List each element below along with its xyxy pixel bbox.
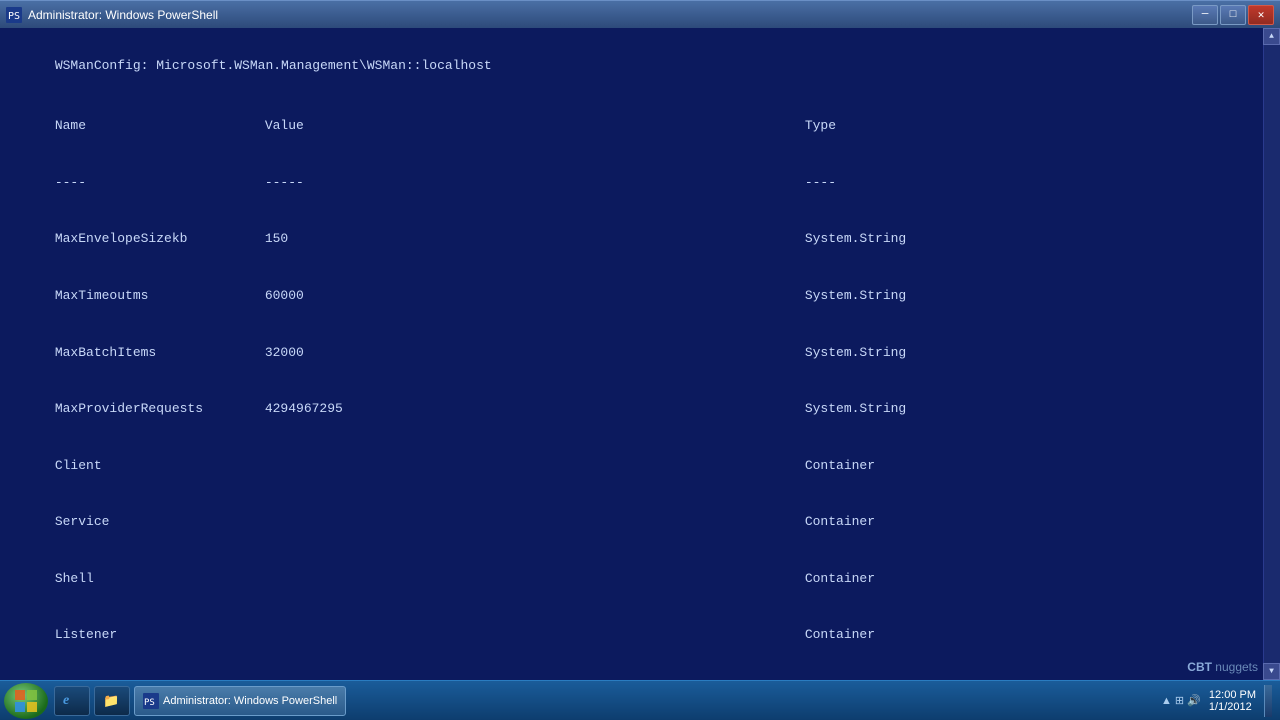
table-row: MaxEnvelopeSizekb150System.String — [8, 212, 1272, 269]
taskbar-items: e 📁 PS Administrator: Windows PowerShell — [54, 686, 1161, 716]
clock: 12:00 PM1/1/2012 — [1209, 689, 1256, 713]
wsmanconfig-path-1: WSManConfig: Microsoft.WSMan.Management\… — [8, 38, 1272, 95]
ie-icon: e — [63, 693, 69, 709]
svg-text:PS: PS — [8, 11, 20, 22]
taskbar: e 📁 PS Administrator: Windows PowerShell… — [0, 680, 1280, 720]
table-row: ListenerContainer — [8, 607, 1272, 664]
taskbar-right: ▲ ⊞ 🔊 12:00 PM1/1/2012 — [1161, 685, 1276, 717]
powershell-taskbar-item[interactable]: PS Administrator: Windows PowerShell — [134, 686, 346, 716]
tray-icons: ▲ ⊞ 🔊 — [1161, 694, 1201, 707]
start-button[interactable] — [4, 683, 48, 719]
table-row: MaxTimeoutms60000System.String — [8, 268, 1272, 325]
powershell-icon: PS — [6, 7, 22, 23]
title-text: Administrator: Windows PowerShell — [28, 8, 218, 22]
title-buttons: ─ □ ✕ — [1192, 5, 1274, 25]
powershell-task-label: Administrator: Windows PowerShell — [163, 695, 337, 707]
system-tray: ▲ ⊞ 🔊 12:00 PM1/1/2012 — [1161, 689, 1256, 713]
scroll-up-button[interactable]: ▲ — [1263, 28, 1280, 45]
table-row: ShellContainer — [8, 551, 1272, 608]
terminal-content: WSManConfig: Microsoft.WSMan.Management\… — [8, 32, 1272, 680]
title-bar: PS Administrator: Windows PowerShell ─ □… — [0, 0, 1280, 28]
terminal-area[interactable]: WSManConfig: Microsoft.WSMan.Management\… — [0, 28, 1280, 680]
folder-icon: 📁 — [103, 693, 119, 709]
title-bar-left: PS Administrator: Windows PowerShell — [6, 7, 218, 23]
windows-logo-icon — [13, 688, 39, 714]
scroll-down-button[interactable]: ▼ — [1263, 663, 1280, 680]
explorer-taskbar-item[interactable]: 📁 — [94, 686, 130, 716]
powershell-task-icon: PS — [143, 693, 159, 709]
table-row: MaxBatchItems32000System.String — [8, 325, 1272, 382]
table-row: ServiceContainer — [8, 494, 1272, 551]
scrollbar[interactable]: ▲ ▼ — [1263, 28, 1280, 680]
table1-header: NameValueType — [8, 99, 1272, 156]
minimize-button[interactable]: ─ — [1192, 5, 1218, 25]
show-desktop-button[interactable] — [1264, 685, 1272, 717]
maximize-button[interactable]: □ — [1220, 5, 1246, 25]
cbt-watermark: CBT nuggets — [1187, 660, 1258, 674]
table-row: PluginContainer — [8, 664, 1272, 680]
ie-taskbar-item[interactable]: e — [54, 686, 90, 716]
table-row: ClientContainer — [8, 438, 1272, 495]
table-row: MaxProviderRequests4294967295System.Stri… — [8, 381, 1272, 438]
close-button[interactable]: ✕ — [1248, 5, 1274, 25]
svg-text:PS: PS — [144, 698, 155, 708]
table1-separator: ------------- — [8, 155, 1272, 212]
